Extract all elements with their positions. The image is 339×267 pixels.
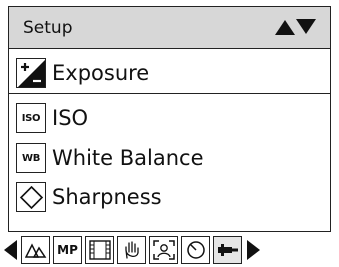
menu-item-white-balance[interactable]: WB White Balance	[9, 138, 330, 178]
menu-header: Setup	[9, 7, 330, 49]
menu-title: Setup	[23, 18, 73, 38]
menu-item-iso[interactable]: ISO ISO	[9, 98, 330, 138]
menu-item-exposure[interactable]: Exposure	[9, 53, 330, 94]
hand-stabilization-icon	[124, 241, 139, 259]
self-timer-icon	[186, 241, 205, 259]
exposure-compensation-icon	[16, 58, 46, 88]
scroll-arrows[interactable]	[275, 19, 316, 35]
menu-tab-bar: MP	[4, 236, 335, 264]
menu-item-label: Exposure	[52, 61, 150, 85]
tab-stabilization[interactable]	[117, 236, 146, 264]
camera-menu-screen: Setup Exposure ISO ISO WB White Balance	[8, 6, 331, 232]
tab-megapixel[interactable]: MP	[53, 236, 82, 264]
setup-icon	[217, 244, 238, 256]
sharpness-icon	[16, 182, 46, 212]
tab-right-arrow-icon[interactable]	[246, 240, 260, 260]
tab-left-arrow-icon[interactable]	[4, 240, 18, 260]
film-strip-icon	[88, 240, 111, 260]
menu-item-label: ISO	[52, 106, 89, 130]
iso-icon: ISO	[16, 103, 46, 133]
menu-item-label: White Balance	[52, 146, 204, 170]
menu-item-label: Sharpness	[52, 185, 162, 209]
tab-movie[interactable]	[85, 236, 114, 264]
tab-self-timer[interactable]	[181, 236, 210, 264]
face-detection-icon	[152, 240, 175, 260]
scene-mode-icon	[24, 243, 46, 258]
scroll-down-icon[interactable]	[296, 19, 316, 35]
scroll-up-icon[interactable]	[275, 19, 295, 35]
megapixel-icon: MP	[57, 243, 78, 257]
wb-icon-text: WB	[21, 152, 41, 164]
menu-item-sharpness[interactable]: Sharpness	[9, 177, 330, 217]
tab-setup[interactable]	[213, 236, 242, 264]
tab-scene-mode[interactable]	[21, 236, 50, 264]
iso-icon-text: ISO	[21, 112, 41, 124]
tab-face-detection[interactable]	[149, 236, 178, 264]
white-balance-icon: WB	[16, 143, 46, 173]
